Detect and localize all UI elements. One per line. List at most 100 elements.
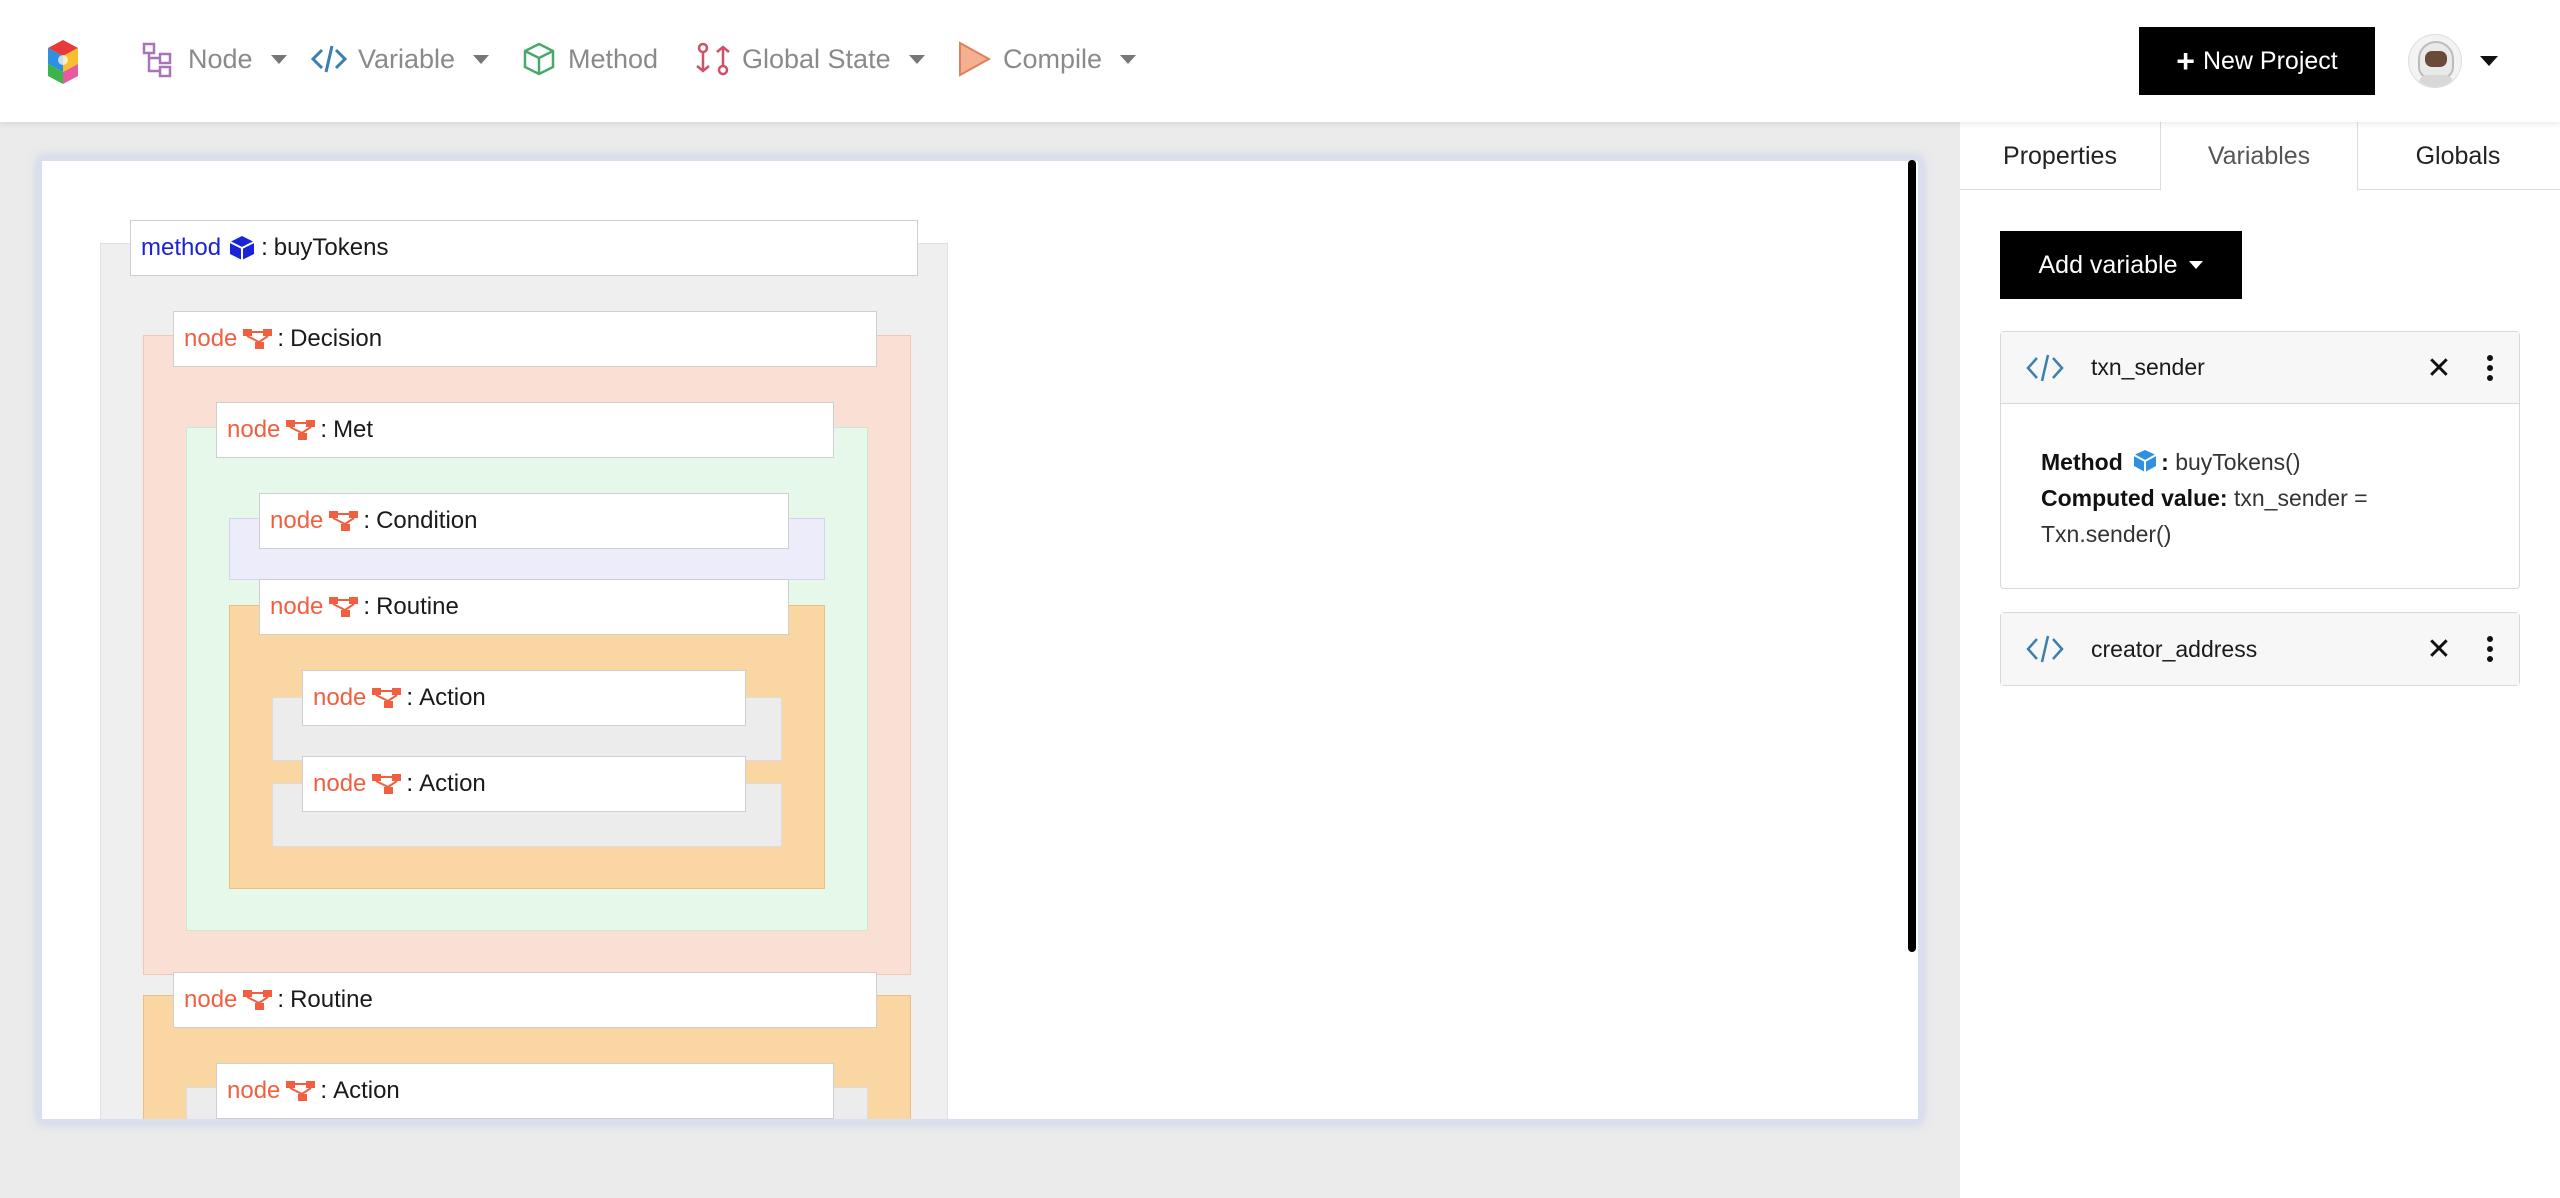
variable-card-header[interactable]: creator_address ✕	[2001, 613, 2519, 685]
node-header-condition[interactable]: node : Condition	[259, 493, 789, 549]
new-project-label: New Project	[2202, 46, 2338, 75]
nav-compile-menu[interactable]: Compile	[955, 34, 1137, 84]
chevron-down-icon	[2480, 56, 2498, 66]
node-header-action[interactable]: node : Action	[302, 756, 746, 812]
user-menu[interactable]	[2408, 34, 2498, 88]
node-header-action[interactable]: node : Action	[302, 670, 746, 726]
node-separator: :	[363, 593, 371, 620]
right-panel: Properties Variables Globals Add variabl…	[1960, 122, 2560, 1198]
node-keyword: node	[270, 507, 324, 534]
node-tree-icon	[372, 688, 402, 708]
node-tree-icon	[329, 511, 359, 531]
top-navbar: Node Variable Method Global State Compil…	[0, 0, 2560, 122]
close-icon[interactable]: ✕	[2419, 348, 2459, 388]
variable-computed-line: Computed value: txn_sender = Txn.sender(…	[2041, 480, 2479, 552]
nav-method-label: Method	[568, 43, 659, 74]
nav-variable-menu[interactable]: Variable	[310, 34, 490, 84]
add-variable-label: Add variable	[2038, 250, 2178, 279]
node-tree-icon	[243, 990, 273, 1010]
nav-node-label: Node	[188, 43, 253, 74]
node-tree-icon	[243, 329, 273, 349]
nav-compile-label: Compile	[1003, 43, 1103, 74]
more-options-icon[interactable]	[2475, 348, 2505, 388]
avatar	[2408, 34, 2462, 88]
variable-card-body: Method : buyTokens() Computed value: txn…	[2001, 404, 2519, 588]
node-separator: :	[406, 684, 414, 711]
cube-icon	[523, 42, 555, 76]
nav-node-menu[interactable]: Node	[140, 34, 287, 84]
computed-label: Computed value:	[2041, 485, 2228, 511]
node-name: Condition	[376, 507, 478, 534]
chevron-down-icon	[908, 54, 925, 64]
node-keyword: node	[227, 416, 281, 443]
node-name: Routine	[290, 986, 373, 1013]
node-name: Action	[419, 684, 486, 711]
variable-name: creator_address	[2091, 635, 2258, 662]
nav-global-state-menu[interactable]: Global State	[694, 34, 925, 84]
method-header[interactable]: method : buyTokens	[130, 220, 918, 276]
node-name: Action	[333, 1077, 400, 1104]
node-header-decision[interactable]: node : Decision	[173, 311, 877, 367]
node-tree-icon	[142, 42, 172, 78]
method-value: buyTokens()	[2175, 449, 2301, 475]
method-name: buyTokens	[273, 234, 389, 261]
node-keyword: node	[184, 325, 238, 352]
chevron-down-icon	[473, 54, 490, 64]
node-name: Routine	[376, 593, 459, 620]
node-header-met[interactable]: node : Met	[216, 402, 834, 458]
node-separator: :	[320, 1077, 328, 1104]
git-compare-icon	[696, 42, 730, 76]
close-icon[interactable]: ✕	[2419, 629, 2459, 669]
nav-method-link[interactable]: Method	[520, 34, 658, 84]
node-header-routine[interactable]: node : Routine	[173, 972, 877, 1028]
node-keyword: node	[270, 593, 324, 620]
panel-tabs: Properties Variables Globals	[1960, 122, 2560, 191]
cube-icon	[2133, 450, 2157, 472]
variable-card-header[interactable]: txn_sender ✕	[2001, 332, 2519, 404]
tab-globals[interactable]: Globals	[2358, 122, 2558, 190]
node-keyword: node	[184, 986, 238, 1013]
method-keyword: method	[141, 234, 222, 261]
node-name: Met	[333, 416, 374, 443]
node-separator: :	[363, 507, 371, 534]
chevron-down-icon	[2189, 261, 2204, 269]
node-header-routine[interactable]: node : Routine	[259, 579, 789, 635]
node-separator: :	[406, 770, 414, 797]
code-icon	[2026, 635, 2064, 663]
variable-name: txn_sender	[2091, 354, 2205, 380]
node-tree-icon	[372, 774, 402, 794]
node-header-action[interactable]: node : Action	[216, 1063, 834, 1119]
node-keyword: node	[313, 684, 367, 711]
code-icon	[310, 45, 348, 73]
node-tree-icon	[286, 420, 316, 440]
flow-canvas[interactable]: method : buyTokens node : Decision node …	[38, 157, 1922, 1123]
method-separator: :	[261, 234, 268, 261]
tab-variables[interactable]: Variables	[2160, 122, 2358, 191]
app-logo-icon[interactable]	[40, 38, 86, 86]
node-tree-icon	[286, 1081, 316, 1101]
add-variable-button[interactable]: Add variable	[2000, 231, 2242, 299]
node-name: Decision	[290, 325, 383, 352]
chevron-down-icon	[270, 54, 287, 64]
node-keyword: node	[227, 1077, 281, 1104]
new-project-button[interactable]: + New Project	[2139, 27, 2375, 95]
variable-card: txn_sender ✕ Method : buyTokens() Comput…	[2000, 331, 2520, 589]
node-separator: :	[320, 416, 328, 443]
variable-card: creator_address ✕	[2000, 612, 2520, 686]
nav-variable-label: Variable	[358, 43, 456, 74]
play-icon	[959, 41, 992, 77]
canvas-scrollbar[interactable]	[1908, 160, 1916, 952]
chevron-down-icon	[1120, 54, 1137, 64]
plus-icon: +	[2176, 43, 2195, 79]
node-separator: :	[277, 986, 285, 1013]
tab-properties[interactable]: Properties	[1960, 122, 2160, 190]
node-tree-icon	[329, 597, 359, 617]
node-keyword: node	[313, 770, 367, 797]
variable-method-line: Method : buyTokens()	[2041, 449, 2301, 475]
cube-icon	[229, 236, 255, 260]
more-options-icon[interactable]	[2475, 629, 2505, 669]
code-icon	[2026, 354, 2064, 382]
method-label: Method	[2041, 449, 2123, 475]
node-name: Action	[419, 770, 486, 797]
node-separator: :	[277, 325, 285, 352]
